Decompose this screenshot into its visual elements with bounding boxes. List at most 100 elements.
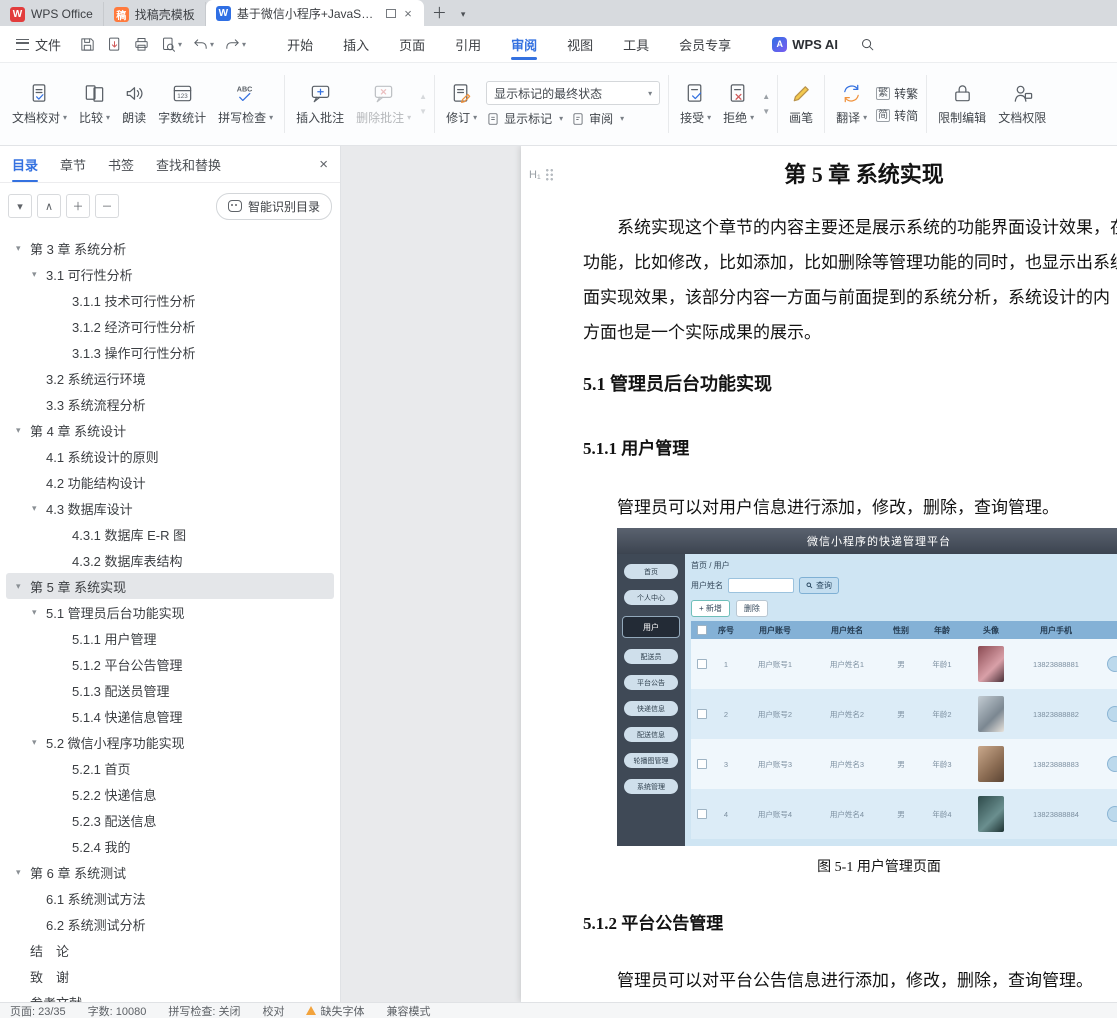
toc-item[interactable]: 结 论 <box>6 937 334 963</box>
menu-tab[interactable]: 开始 <box>274 26 326 62</box>
tabs-menu-icon[interactable]: ▾ <box>455 2 472 26</box>
chevron-down-icon[interactable]: ▾ <box>16 867 30 878</box>
document-proofing-button[interactable]: 文档校对 ▾ <box>6 77 73 131</box>
menu-tab[interactable]: 会员专享 <box>666 26 744 62</box>
compat-mode-indicator[interactable]: 兼容模式 <box>386 1003 430 1018</box>
menu-tab[interactable]: 引用 <box>442 26 494 62</box>
search-button[interactable] <box>860 37 875 52</box>
locate-button[interactable]: ∧ <box>37 194 61 218</box>
restrict-editing-button[interactable]: 限制编辑 <box>932 77 992 131</box>
tab-close-icon[interactable]: × <box>402 6 414 21</box>
save-button[interactable] <box>75 33 100 56</box>
accept-change-button[interactable]: 接受 ▾ <box>674 77 717 131</box>
toc-item[interactable]: ▾ 5.2 微信小程序功能实现 <box>6 729 334 755</box>
drag-handle-icon[interactable] <box>544 168 554 181</box>
pen-button[interactable]: 画笔 <box>783 77 819 131</box>
document-page[interactable]: H₁ 第 5 章 系统实现 系统实现这个章节的内容主要还是展示系统的功能界面设计… <box>521 146 1117 1002</box>
toc-item[interactable]: 3.3 系统流程分析 <box>6 391 334 417</box>
previous-change-button[interactable]: ▲ <box>762 92 770 101</box>
toc-item[interactable]: 5.1.2 平台公告管理 <box>6 651 334 677</box>
toc-item[interactable]: ▾ 第 6 章 系统测试 <box>6 859 334 885</box>
toc-item[interactable]: 6.2 系统测试分析 <box>6 911 334 937</box>
new-tab-button[interactable]: ＋ <box>424 2 455 26</box>
collapse-all-button[interactable]: － <box>95 194 119 218</box>
window-tab[interactable]: W 基于微信小程序+JavaSSM+M × <box>205 0 424 26</box>
smart-toc-button[interactable]: 智能识别目录 <box>215 192 332 220</box>
print-preview-button[interactable]: ▾ <box>156 33 186 56</box>
toc-item[interactable]: ▾ 第 4 章 系统设计 <box>6 417 334 443</box>
toc-item[interactable]: 4.3.2 数据库表结构 <box>6 547 334 573</box>
menu-tab[interactable]: 页面 <box>386 26 438 62</box>
chevron-down-icon[interactable]: ▾ <box>16 581 30 592</box>
toc-item[interactable]: 3.1.1 技术可行性分析 <box>6 287 334 313</box>
track-changes-button[interactable]: 修订 ▾ <box>440 77 483 131</box>
close-icon[interactable]: × <box>319 156 328 173</box>
delete-comment-button[interactable]: 删除批注 ▾ <box>350 77 417 131</box>
window-tab[interactable]: W WPS Office <box>0 2 104 26</box>
window-tab[interactable]: 稿找稿壳模板 <box>104 2 206 26</box>
tab-bookmarks[interactable]: 书签 <box>108 146 134 182</box>
menu-tab[interactable]: 视图 <box>554 26 606 62</box>
previous-comment-button[interactable]: ▲ <box>419 92 427 101</box>
to-simplified-button[interactable]: 简 转简 <box>876 107 918 124</box>
word-count-indicator[interactable]: 字数: 10080 <box>88 1003 147 1018</box>
toc-item[interactable]: 5.2.1 首页 <box>6 755 334 781</box>
toc-item[interactable]: 参考文献 <box>6 989 334 1003</box>
tab-toc[interactable]: 目录 <box>12 146 39 182</box>
export-pdf-button[interactable] <box>102 33 127 56</box>
collapse-options-button[interactable]: ▾ <box>8 194 32 218</box>
tab-detach-icon[interactable] <box>386 8 397 18</box>
toc-item[interactable]: ▾ 第 5 章 系统实现 <box>6 573 334 599</box>
read-aloud-button[interactable]: 朗读 <box>116 77 152 131</box>
figure-admin-screenshot[interactable]: 微信小程序的快递管理平台 首页 个人中心 用户 配送员 平台公告 快递信息 配送信息 轮播… <box>617 528 1117 846</box>
tab-find-replace[interactable]: 查找和替换 <box>156 146 221 182</box>
chevron-down-icon[interactable]: ▾ <box>32 737 46 748</box>
wps-ai-button[interactable]: A WPS AI <box>772 36 838 52</box>
undo-button[interactable]: ▾ <box>188 33 218 56</box>
review-mode-button[interactable]: 审阅 ▾ <box>571 110 624 127</box>
toc-item[interactable]: ▾ 3.1 可行性分析 <box>6 261 334 287</box>
tab-chapters[interactable]: 章节 <box>60 146 86 182</box>
toc-item[interactable]: 5.1.3 配送员管理 <box>6 677 334 703</box>
document-permission-button[interactable]: 文档权限 <box>992 77 1052 131</box>
toc-item[interactable]: 3.1.2 经济可行性分析 <box>6 313 334 339</box>
word-count-button[interactable]: 123 字数统计 <box>152 77 212 131</box>
next-comment-button[interactable]: ▼ <box>419 107 427 116</box>
toc-item[interactable]: ▾ 4.3 数据库设计 <box>6 495 334 521</box>
insert-comment-button[interactable]: 插入批注 <box>290 77 350 131</box>
to-traditional-button[interactable]: 繁 转繁 <box>876 85 918 102</box>
toc-item[interactable]: 4.3.1 数据库 E-R 图 <box>6 521 334 547</box>
toc-item[interactable]: 3.1.3 操作可行性分析 <box>6 339 334 365</box>
reject-change-button[interactable]: 拒绝 ▾ <box>717 77 760 131</box>
chevron-down-icon[interactable]: ▾ <box>16 243 30 254</box>
toc-item[interactable]: 6.1 系统测试方法 <box>6 885 334 911</box>
chevron-down-icon[interactable]: ▾ <box>32 269 46 280</box>
toc-item[interactable]: 5.1.1 用户管理 <box>6 625 334 651</box>
redo-button[interactable]: ▾ <box>220 33 250 56</box>
spell-check-button[interactable]: ABC 拼写检查 ▾ <box>212 77 279 131</box>
toc-item[interactable]: 4.1 系统设计的原则 <box>6 443 334 469</box>
toc-item[interactable]: 4.2 功能结构设计 <box>6 469 334 495</box>
chevron-down-icon[interactable]: ▾ <box>16 425 30 436</box>
toc-item[interactable]: ▾ 5.1 管理员后台功能实现 <box>6 599 334 625</box>
chevron-down-icon[interactable]: ▾ <box>32 503 46 514</box>
toc-item[interactable]: ▾ 第 3 章 系统分析 <box>6 235 334 261</box>
toc-item[interactable]: 致 谢 <box>6 963 334 989</box>
chevron-down-icon[interactable]: ▾ <box>32 607 46 618</box>
show-markup-button[interactable]: 显示标记 ▾ <box>486 110 563 127</box>
toc-item[interactable]: 5.2.2 快递信息 <box>6 781 334 807</box>
spellcheck-indicator[interactable]: 拼写检查: 关闭 <box>168 1003 240 1018</box>
toc-item[interactable]: 5.1.4 快递信息管理 <box>6 703 334 729</box>
print-button[interactable] <box>129 33 154 56</box>
page-indicator[interactable]: 页面: 23/35 <box>10 1003 66 1018</box>
missing-font-warning[interactable]: 缺失字体 <box>306 1003 364 1018</box>
menu-tab[interactable]: 工具 <box>610 26 662 62</box>
menu-tab[interactable]: 插入 <box>330 26 382 62</box>
compare-button[interactable]: 比较 ▾ <box>73 77 116 131</box>
proofing-indicator[interactable]: 校对 <box>262 1003 284 1018</box>
toc-item[interactable]: 5.2.4 我的 <box>6 833 334 859</box>
file-menu-button[interactable]: 文件 <box>8 35 69 54</box>
markup-state-dropdown[interactable]: 显示标记的最终状态 ▾ <box>486 81 661 105</box>
translate-button[interactable]: 翻译 ▾ <box>830 77 873 131</box>
toc-item[interactable]: 3.2 系统运行环境 <box>6 365 334 391</box>
